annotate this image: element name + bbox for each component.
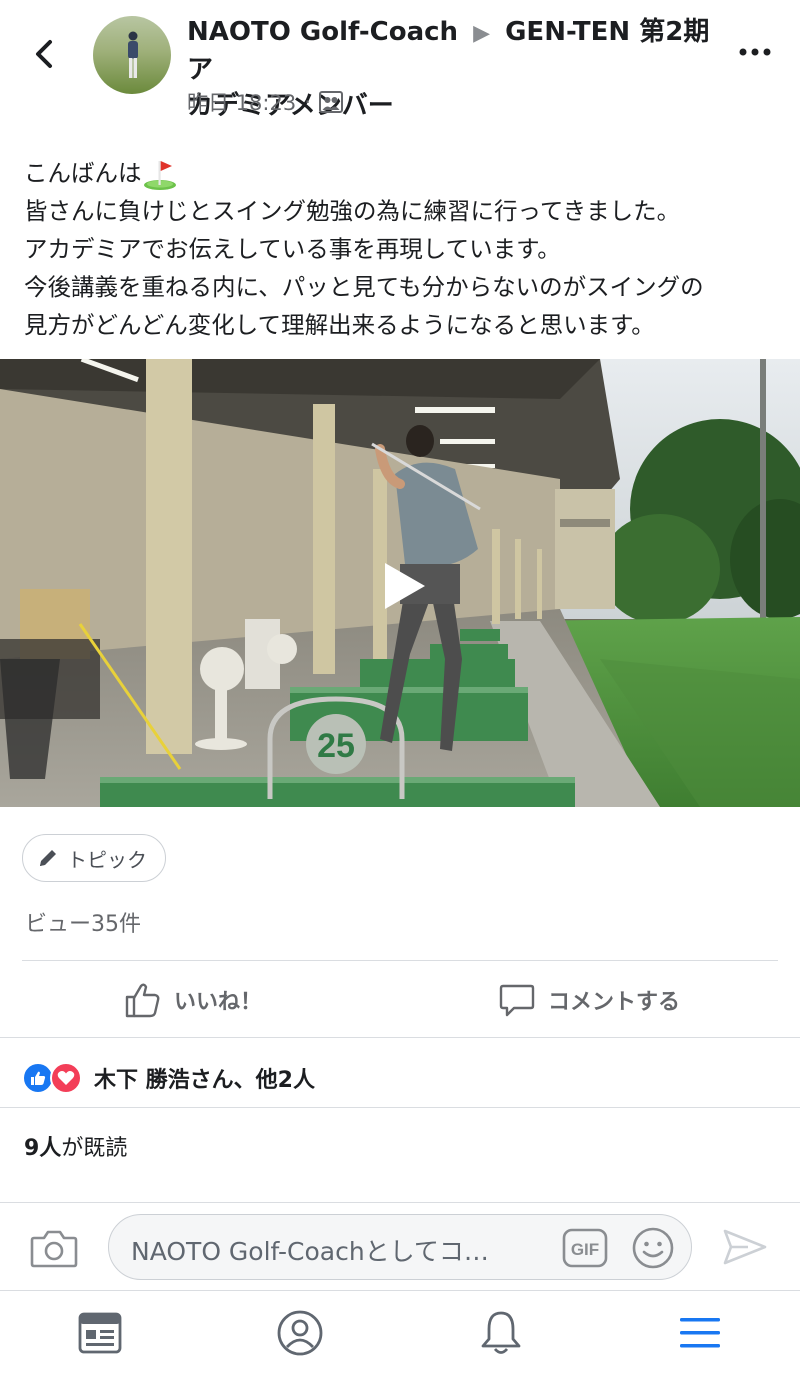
post-meta: 昨日 18:23 · <box>187 87 343 117</box>
back-button[interactable] <box>28 34 64 74</box>
like-button[interactable]: いいね！ <box>124 978 262 1022</box>
seen-suffix: が既読 <box>61 1136 128 1161</box>
view-count[interactable]: ビュー35件 <box>25 906 141 938</box>
comment-composer: NAOTO Golf-Coachとしてコ… GIF <box>0 1202 800 1290</box>
gif-button[interactable]: GIF <box>562 1228 608 1268</box>
post-line-4: 今後講義を重ねる内に、パッと見ても分からないのがスイングの <box>24 273 704 301</box>
comment-button[interactable]: コメントする <box>498 978 680 1022</box>
pencil-icon <box>40 850 56 866</box>
camera-button[interactable] <box>30 1227 78 1269</box>
comment-input[interactable]: NAOTO Golf-Coachとしてコ… GIF <box>108 1214 692 1280</box>
nav-menu[interactable] <box>676 1309 724 1357</box>
author-name-link[interactable]: NAOTO Golf-Coach <box>187 17 458 47</box>
author-avatar[interactable] <box>93 16 171 94</box>
more-options-button[interactable] <box>735 40 775 64</box>
post-video[interactable]: 25 <box>0 359 800 807</box>
chevron-left-icon <box>36 40 52 68</box>
post-line-1: こんばんは <box>24 154 784 192</box>
reactions-text: 木下 勝浩さん、他2人 <box>94 1068 315 1093</box>
more-horizontal-icon <box>739 48 771 56</box>
send-icon <box>723 1229 767 1265</box>
reactions-summary[interactable]: 木下 勝浩さん、他2人 <box>22 1060 315 1096</box>
emoji-button[interactable] <box>631 1226 675 1270</box>
smiley-icon <box>632 1227 674 1269</box>
post-line-2: 皆さんに負けじとスイング勉強の為に練習に行ってきました。 <box>24 197 681 225</box>
gif-icon: GIF <box>562 1228 608 1268</box>
group-separator-icon: ▶ <box>473 21 491 46</box>
play-icon[interactable] <box>383 561 427 611</box>
comment-placeholder: NAOTO Golf-Coachとしてコ… <box>131 1237 489 1266</box>
divider <box>0 1037 800 1038</box>
post-timestamp[interactable]: 昨日 18:23 <box>187 87 296 117</box>
post-body: こんばんは 皆さんに負けじとスイング勉強の為に練習に行ってきました。 アカデミア… <box>24 154 784 344</box>
love-reaction-icon <box>50 1062 82 1094</box>
comment-label: コメントする <box>548 990 681 1015</box>
golf-flag-icon <box>143 160 176 190</box>
profile-icon <box>277 1310 323 1356</box>
like-label: いいね！ <box>174 990 263 1015</box>
post-header: NAOTO Golf-Coach ▶ GEN-TEN 第2期ア カデミアメンバー … <box>0 0 800 135</box>
bay-number: 25 <box>317 727 355 765</box>
divider <box>22 960 778 961</box>
reaction-icons <box>22 1062 86 1094</box>
menu-icon <box>680 1318 720 1348</box>
meta-dot: · <box>304 90 311 114</box>
divider <box>0 1107 800 1108</box>
nav-notifications[interactable] <box>477 1309 525 1357</box>
notifications-icon <box>481 1311 521 1354</box>
post-line-5: 見方がどんどん変化して理解出来るようになると思います。 <box>24 311 655 339</box>
nav-profile[interactable] <box>276 1309 324 1357</box>
seen-by[interactable]: 9人が既読 <box>24 1130 127 1162</box>
seen-count: 9人 <box>24 1136 62 1161</box>
news-feed-icon <box>78 1312 122 1354</box>
topic-label: トピック <box>67 847 147 872</box>
group-audience-icon <box>318 91 343 113</box>
topic-button[interactable]: トピック <box>22 834 166 882</box>
bottom-navigation <box>0 1290 800 1376</box>
post-line-3: アカデミアでお伝えしている事を再現しています。 <box>24 235 561 263</box>
comment-icon <box>499 984 535 1017</box>
camera-icon <box>30 1230 78 1268</box>
svg-text:GIF: GIF <box>571 1240 599 1259</box>
send-button[interactable] <box>722 1227 768 1267</box>
avatar-golfer-figure <box>128 31 138 78</box>
nav-news-feed[interactable] <box>76 1309 124 1357</box>
thumbs-up-icon <box>125 983 160 1018</box>
